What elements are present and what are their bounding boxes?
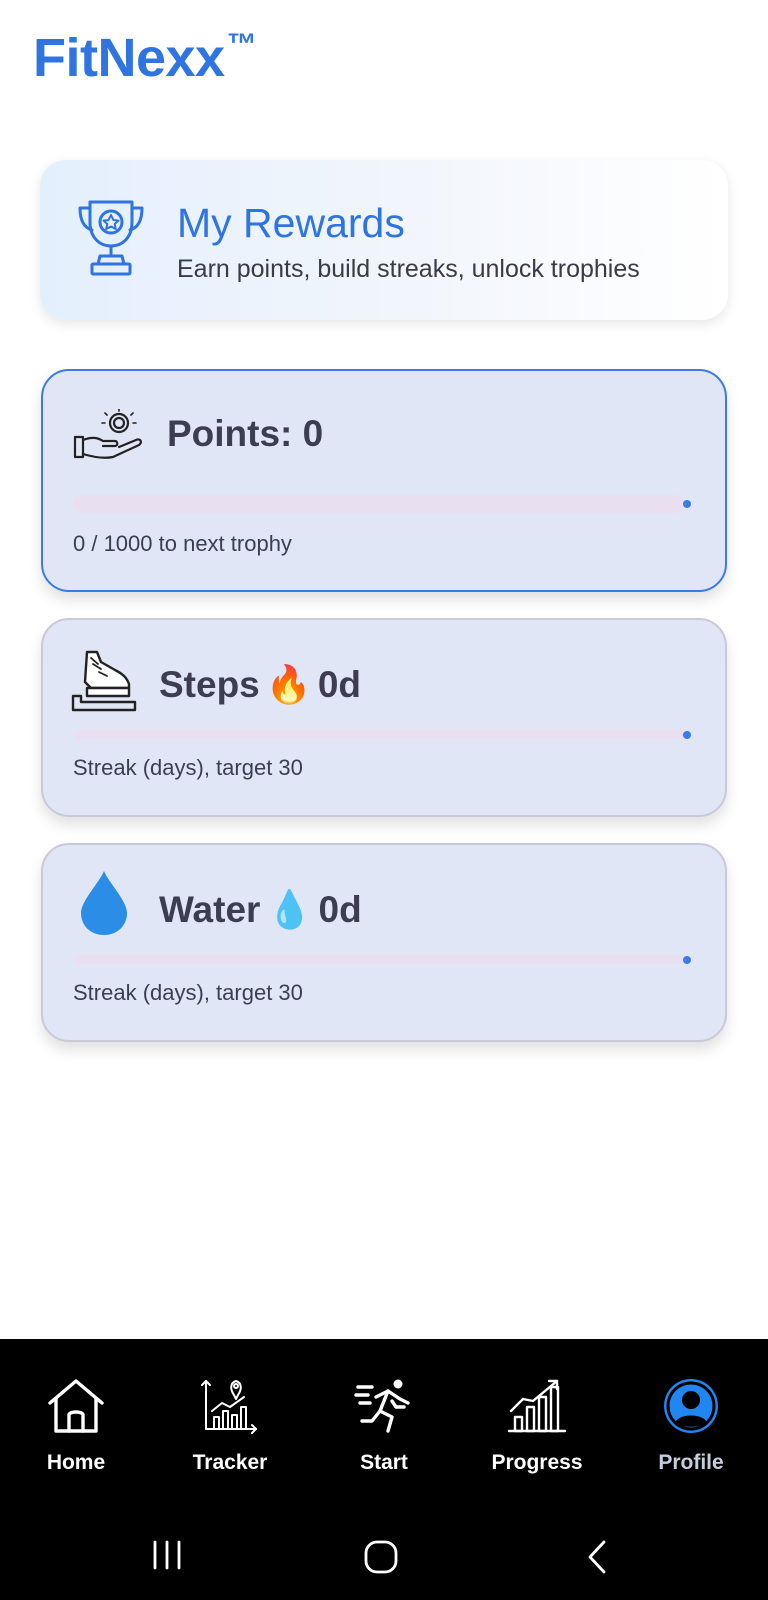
tracker-icon [201, 1380, 257, 1434]
rewards-header-card: My Rewards Earn points, build streaks, u… [40, 160, 728, 320]
points-title: Points: 0 [167, 413, 324, 454]
nav-label-home: Home [46, 1451, 106, 1474]
steps-card[interactable]: Steps 🔥 0d Streak (days), target 30 [41, 618, 727, 817]
nav-item-start[interactable]: Start [319, 1377, 449, 1487]
steps-title: Steps 🔥 0d [159, 664, 361, 707]
steps-progress-track [73, 730, 691, 739]
water-drop-icon [81, 871, 127, 935]
water-label: Water [159, 889, 261, 930]
nav-label-profile: Profile [658, 1451, 724, 1474]
nav-item-profile[interactable]: Profile [626, 1377, 756, 1487]
points-progress-marker [683, 500, 691, 508]
steps-label: Steps [159, 664, 260, 705]
back-icon[interactable] [586, 1540, 608, 1574]
trophy-icon [78, 200, 144, 276]
steps-value: 0d [317, 664, 362, 705]
hand-coin-icon [73, 409, 142, 459]
steps-caption: Streak (days), target 30 [73, 755, 303, 780]
nav-item-tracker[interactable]: Tracker [165, 1377, 295, 1487]
brand-name: FitNexx [33, 28, 225, 88]
system-navigation-bar [0, 1500, 768, 1600]
nav-label-tracker: Tracker [192, 1451, 268, 1474]
droplet-icon: 💧 [266, 889, 313, 930]
rewards-subtitle: Earn points, build streaks, unlock troph… [177, 255, 640, 283]
points-progress-track [73, 495, 691, 513]
water-card[interactable]: Water 💧 0d Streak (days), target 30 [41, 843, 727, 1042]
bar-chart-icon [507, 1379, 567, 1433]
water-value: 0d [318, 889, 362, 930]
profile-icon [664, 1379, 718, 1433]
shoe-step-icon [71, 650, 137, 712]
rewards-title: My Rewards [177, 200, 405, 246]
water-progress-marker [683, 955, 691, 964]
water-caption: Streak (days), target 30 [73, 980, 303, 1005]
water-title: Water 💧 0d [159, 889, 362, 932]
nav-label-progress: Progress [491, 1451, 583, 1474]
recent-apps-icon[interactable] [150, 1540, 184, 1570]
points-card[interactable]: Points: 0 0 / 1000 to next trophy [41, 369, 727, 592]
home-system-icon[interactable] [363, 1540, 399, 1574]
nav-item-progress[interactable]: Progress [472, 1377, 602, 1487]
nav-label-start: Start [360, 1451, 408, 1474]
fire-icon: 🔥 [265, 664, 312, 705]
trademark-symbol: ™ [226, 28, 257, 61]
points-caption: 0 / 1000 to next trophy [73, 531, 292, 556]
app-brand: FitNexx™ [33, 28, 257, 88]
home-icon [48, 1379, 104, 1433]
water-progress-track [73, 955, 691, 964]
nav-item-home[interactable]: Home [11, 1377, 141, 1487]
running-icon [354, 1379, 410, 1433]
steps-progress-marker [683, 730, 691, 739]
